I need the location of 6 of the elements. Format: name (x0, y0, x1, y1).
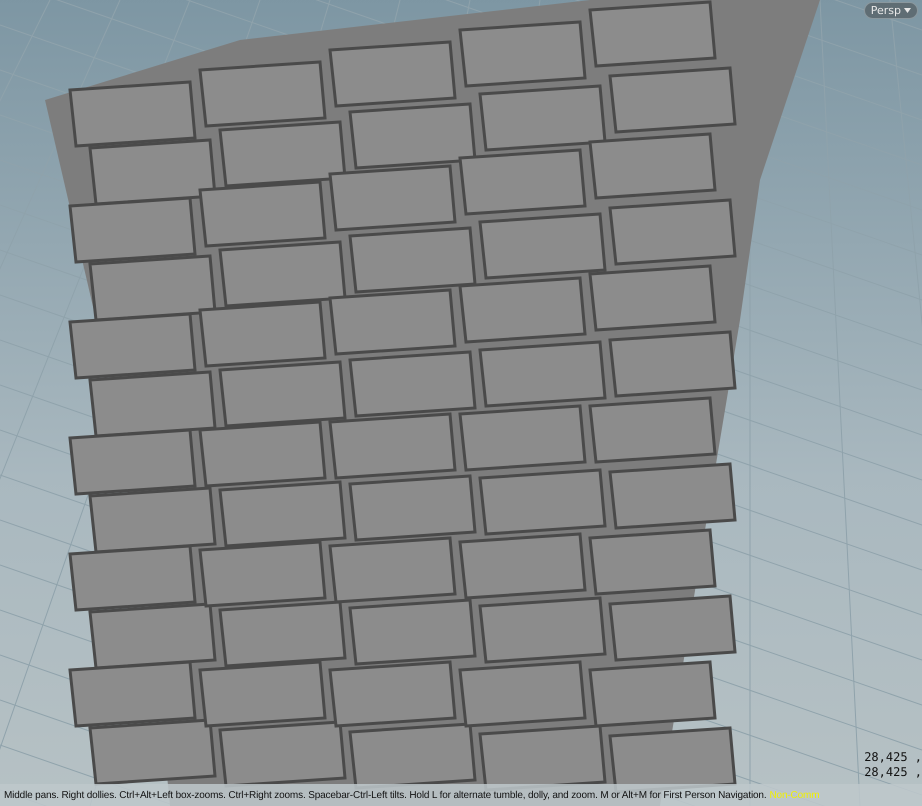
coordinate-readout: 28,425 , (864, 750, 922, 765)
navigation-hint: Middle pans. Right dollies. Ctrl+Alt+Left box-zooms. Ctrl+Right zooms. Spacebar-Ctrl-Left tilts. Hold L for alternate tumble, dolly, and zoom. M or Alt+M for First Person Navigation. (4, 790, 766, 800)
license-label: Non-Comm (769, 790, 820, 800)
coordinate-readout: 28,425 , (864, 765, 922, 780)
caret-icon (904, 8, 911, 13)
camera-menu-button[interactable]: Persp (864, 2, 918, 19)
